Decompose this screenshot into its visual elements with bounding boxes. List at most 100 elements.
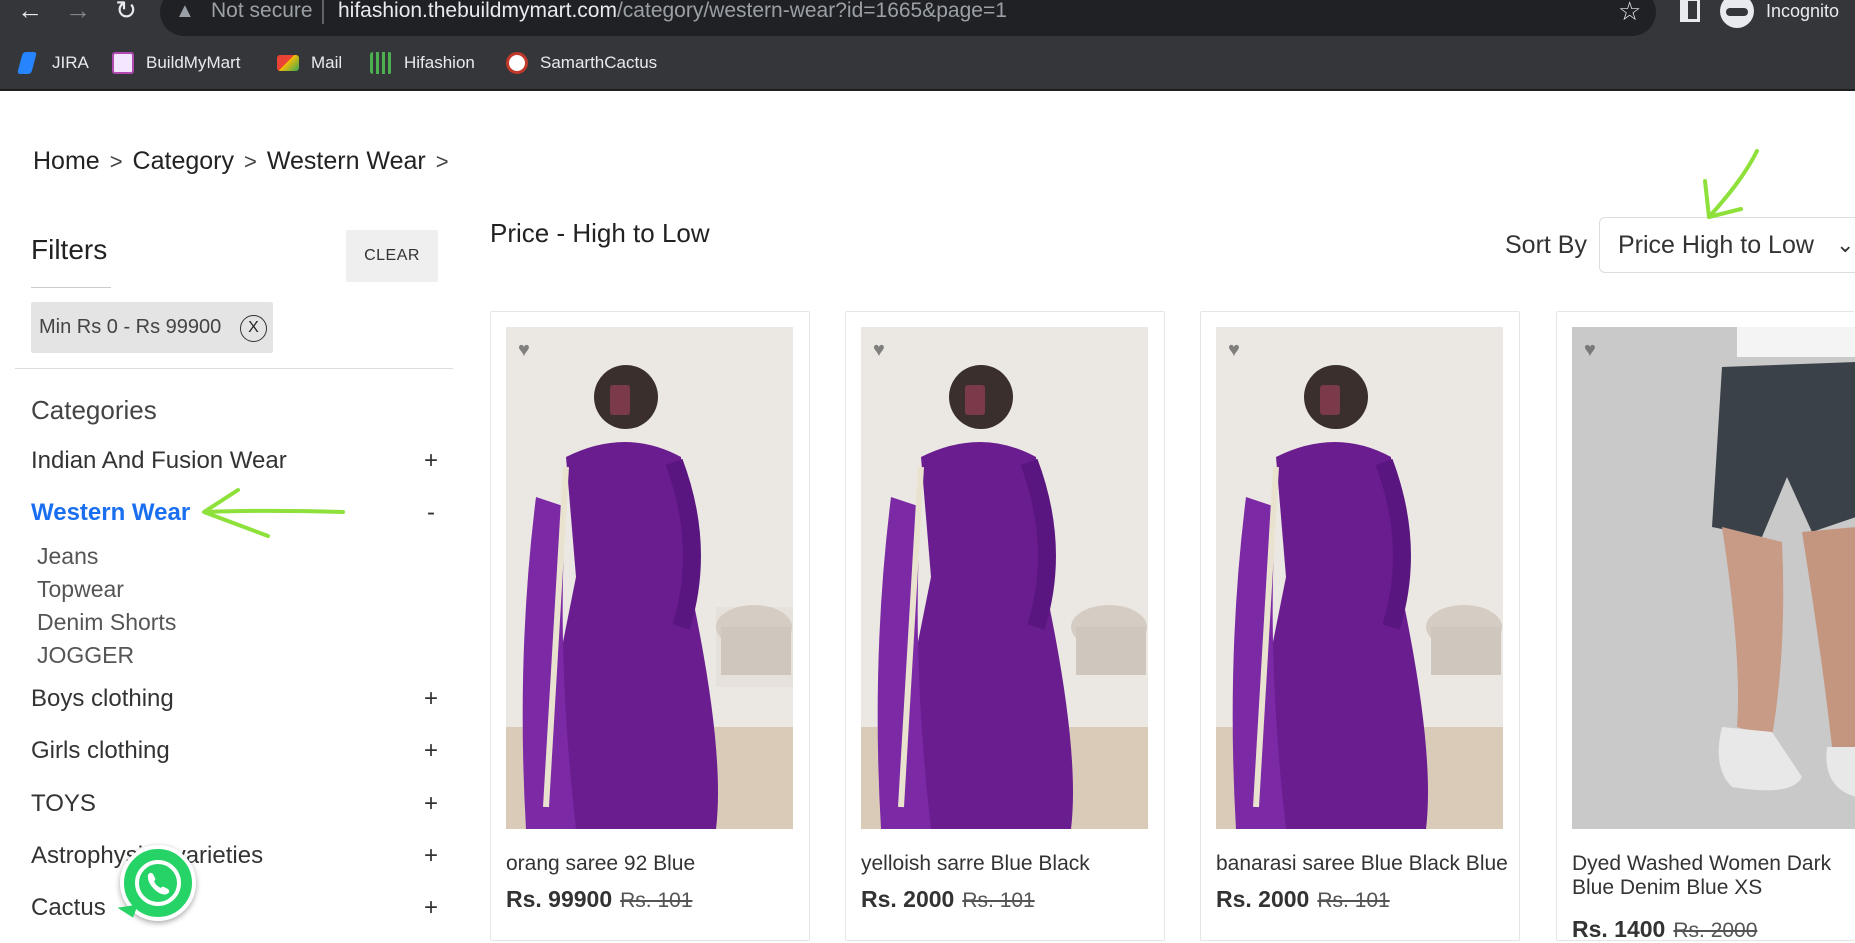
- sort-by-label: Sort By: [1505, 231, 1587, 259]
- url-text[interactable]: hifashion.thebuildmymart.com/category/we…: [338, 0, 1007, 22]
- price-value: Rs. 2000: [861, 886, 955, 912]
- expand-icon[interactable]: +: [421, 842, 441, 870]
- browser-toolbar: ← → ↻ ▲ Not secure hifashion.thebuildmym…: [0, 0, 1855, 44]
- sort-selected-value: Price High to Low: [1618, 230, 1814, 259]
- chrome-border: [0, 89, 1855, 91]
- back-arrow-icon[interactable]: ←: [12, 0, 48, 24]
- category-label[interactable]: Western Wear: [31, 499, 190, 527]
- chevron-down-icon[interactable]: ⌄: [1836, 232, 1854, 258]
- category-label[interactable]: Indian And Fusion Wear: [31, 447, 287, 475]
- dress-photo: [506, 327, 793, 829]
- product-title[interactable]: orang saree 92 Blue: [506, 852, 801, 876]
- product-image[interactable]: ♥: [506, 327, 793, 829]
- price-value: Rs. 1400: [1572, 916, 1666, 942]
- expand-icon[interactable]: +: [421, 894, 441, 922]
- heart-icon[interactable]: ♥: [1584, 339, 1596, 362]
- product-card[interactable]: ♥ Dyed Washed Women Dark Blue Denim Blue…: [1556, 311, 1855, 943]
- categories-title: Categories: [31, 395, 157, 425]
- bookmark-label: Hifashion: [404, 53, 475, 72]
- category-label[interactable]: Boys clothing: [31, 685, 174, 713]
- product-card[interactable]: ♥ yelloish sarre Blue Black Rs. 2000 Rs. …: [845, 311, 1165, 941]
- bookmark-mail[interactable]: Mail: [277, 52, 342, 74]
- breadcrumb-western-wear[interactable]: Western Wear: [267, 147, 426, 177]
- collapse-icon[interactable]: -: [421, 499, 441, 527]
- product-price: Rs. 2000 Rs. 101: [861, 886, 1035, 913]
- price-value: Rs. 99900: [506, 886, 613, 912]
- clear-filters-button[interactable]: CLEAR: [346, 230, 438, 282]
- sidebar-divider: [15, 368, 453, 369]
- expand-icon[interactable]: +: [421, 685, 441, 713]
- mrp-value: Rs. 2000: [1673, 919, 1758, 942]
- bookmark-star-icon[interactable]: ☆: [1618, 0, 1641, 24]
- breadcrumb: Home > Category > Western Wear >: [33, 147, 449, 177]
- product-price: Rs. 2000 Rs. 101: [1216, 886, 1390, 913]
- reload-icon[interactable]: ↻: [108, 0, 144, 24]
- dress-photo: [1216, 327, 1503, 829]
- bookmark-label: SamarthCactus: [540, 53, 658, 72]
- product-image[interactable]: ♥: [1572, 327, 1855, 829]
- category-girls-clothing[interactable]: Girls clothing +: [31, 734, 441, 768]
- subcategory-topwear[interactable]: Topwear: [37, 576, 124, 603]
- incognito-icon[interactable]: [1720, 0, 1754, 28]
- expand-icon[interactable]: +: [421, 790, 441, 818]
- heart-icon[interactable]: ♥: [873, 339, 885, 362]
- dress-photo: [861, 327, 1148, 829]
- whatsapp-button[interactable]: [120, 845, 196, 921]
- side-panel-icon[interactable]: [1680, 0, 1700, 22]
- profile-label[interactable]: Incognito: [1766, 0, 1839, 22]
- heart-icon[interactable]: ♥: [1228, 339, 1240, 362]
- subcategory-jeans[interactable]: Jeans: [37, 543, 98, 570]
- buildmymart-icon: [112, 52, 134, 74]
- mrp-value: Rs. 101: [1317, 889, 1390, 912]
- forward-arrow-icon[interactable]: →: [60, 0, 96, 24]
- subcategory-jogger[interactable]: JOGGER: [37, 642, 134, 669]
- category-boys-clothing[interactable]: Boys clothing +: [31, 682, 441, 716]
- subcategory-denim-shorts[interactable]: Denim Shorts: [37, 609, 176, 636]
- category-astrophysics-varieties[interactable]: Astrophysics varieties +: [31, 839, 441, 873]
- category-label[interactable]: Cactus: [31, 894, 106, 922]
- chevron-right-icon: >: [244, 149, 257, 174]
- security-status[interactable]: Not secure: [211, 0, 313, 22]
- close-icon[interactable]: X: [240, 315, 267, 342]
- gmail-icon: [277, 55, 299, 71]
- bookmark-jira[interactable]: JIRA: [17, 52, 89, 74]
- category-label[interactable]: TOYS: [31, 790, 96, 818]
- url-host: hifashion.thebuildmymart.com: [338, 0, 617, 22]
- product-title[interactable]: yelloish sarre Blue Black: [861, 852, 1156, 876]
- browser-chrome: ← → ↻ ▲ Not secure hifashion.thebuildmym…: [0, 0, 1855, 91]
- heart-icon[interactable]: ♥: [518, 339, 530, 362]
- jira-icon: [17, 52, 37, 74]
- mrp-value: Rs. 101: [962, 889, 1035, 912]
- product-price: Rs. 1400 Rs. 2000: [1572, 916, 1757, 943]
- hifashion-icon: [370, 52, 392, 74]
- bookmark-samarthcactus[interactable]: SamarthCactus: [506, 52, 657, 74]
- price-value: Rs. 2000: [1216, 886, 1310, 912]
- product-image[interactable]: ♥: [1216, 327, 1503, 829]
- warning-icon[interactable]: ▲: [175, 0, 195, 22]
- annotation-arrow-down: [1703, 149, 1759, 219]
- annotation-arrow-left: [202, 488, 345, 538]
- filters-underline: [31, 287, 111, 288]
- product-image[interactable]: ♥: [861, 327, 1148, 829]
- product-card[interactable]: ♥ banarasi saree Blue Black Blue Rs. 200…: [1200, 311, 1520, 941]
- breadcrumb-home[interactable]: Home: [33, 147, 100, 177]
- category-cactus[interactable]: Cactus +: [31, 891, 441, 925]
- bookmark-hifashion[interactable]: Hifashion: [370, 52, 475, 74]
- address-divider: [322, 0, 324, 24]
- product-price: Rs. 99900 Rs. 101: [506, 886, 693, 913]
- product-card[interactable]: ♥ orang saree 92 Blue Rs. 99900 Rs. 101: [490, 311, 810, 941]
- product-title[interactable]: banarasi saree Blue Black Blue: [1216, 852, 1511, 876]
- product-title[interactable]: Dyed Washed Women Dark Blue Denim Blue X…: [1572, 852, 1855, 900]
- category-indian-and-fusion-wear[interactable]: Indian And Fusion Wear +: [31, 444, 441, 478]
- expand-icon[interactable]: +: [421, 737, 441, 765]
- breadcrumb-category[interactable]: Category: [133, 147, 234, 177]
- sort-select[interactable]: Price High to Low: [1599, 217, 1855, 273]
- bookmark-buildmymart[interactable]: BuildMyMart: [112, 52, 240, 74]
- expand-icon[interactable]: +: [421, 447, 441, 475]
- price-filter-chip: Min Rs 0 - Rs 99900 X: [31, 302, 273, 353]
- category-toys[interactable]: TOYS +: [31, 787, 441, 821]
- category-label[interactable]: Girls clothing: [31, 737, 170, 765]
- url-path: /category/western-wear?id=1665&page=1: [616, 0, 1007, 22]
- cactus-icon: [506, 52, 528, 74]
- bookmark-label: BuildMyMart: [146, 53, 241, 72]
